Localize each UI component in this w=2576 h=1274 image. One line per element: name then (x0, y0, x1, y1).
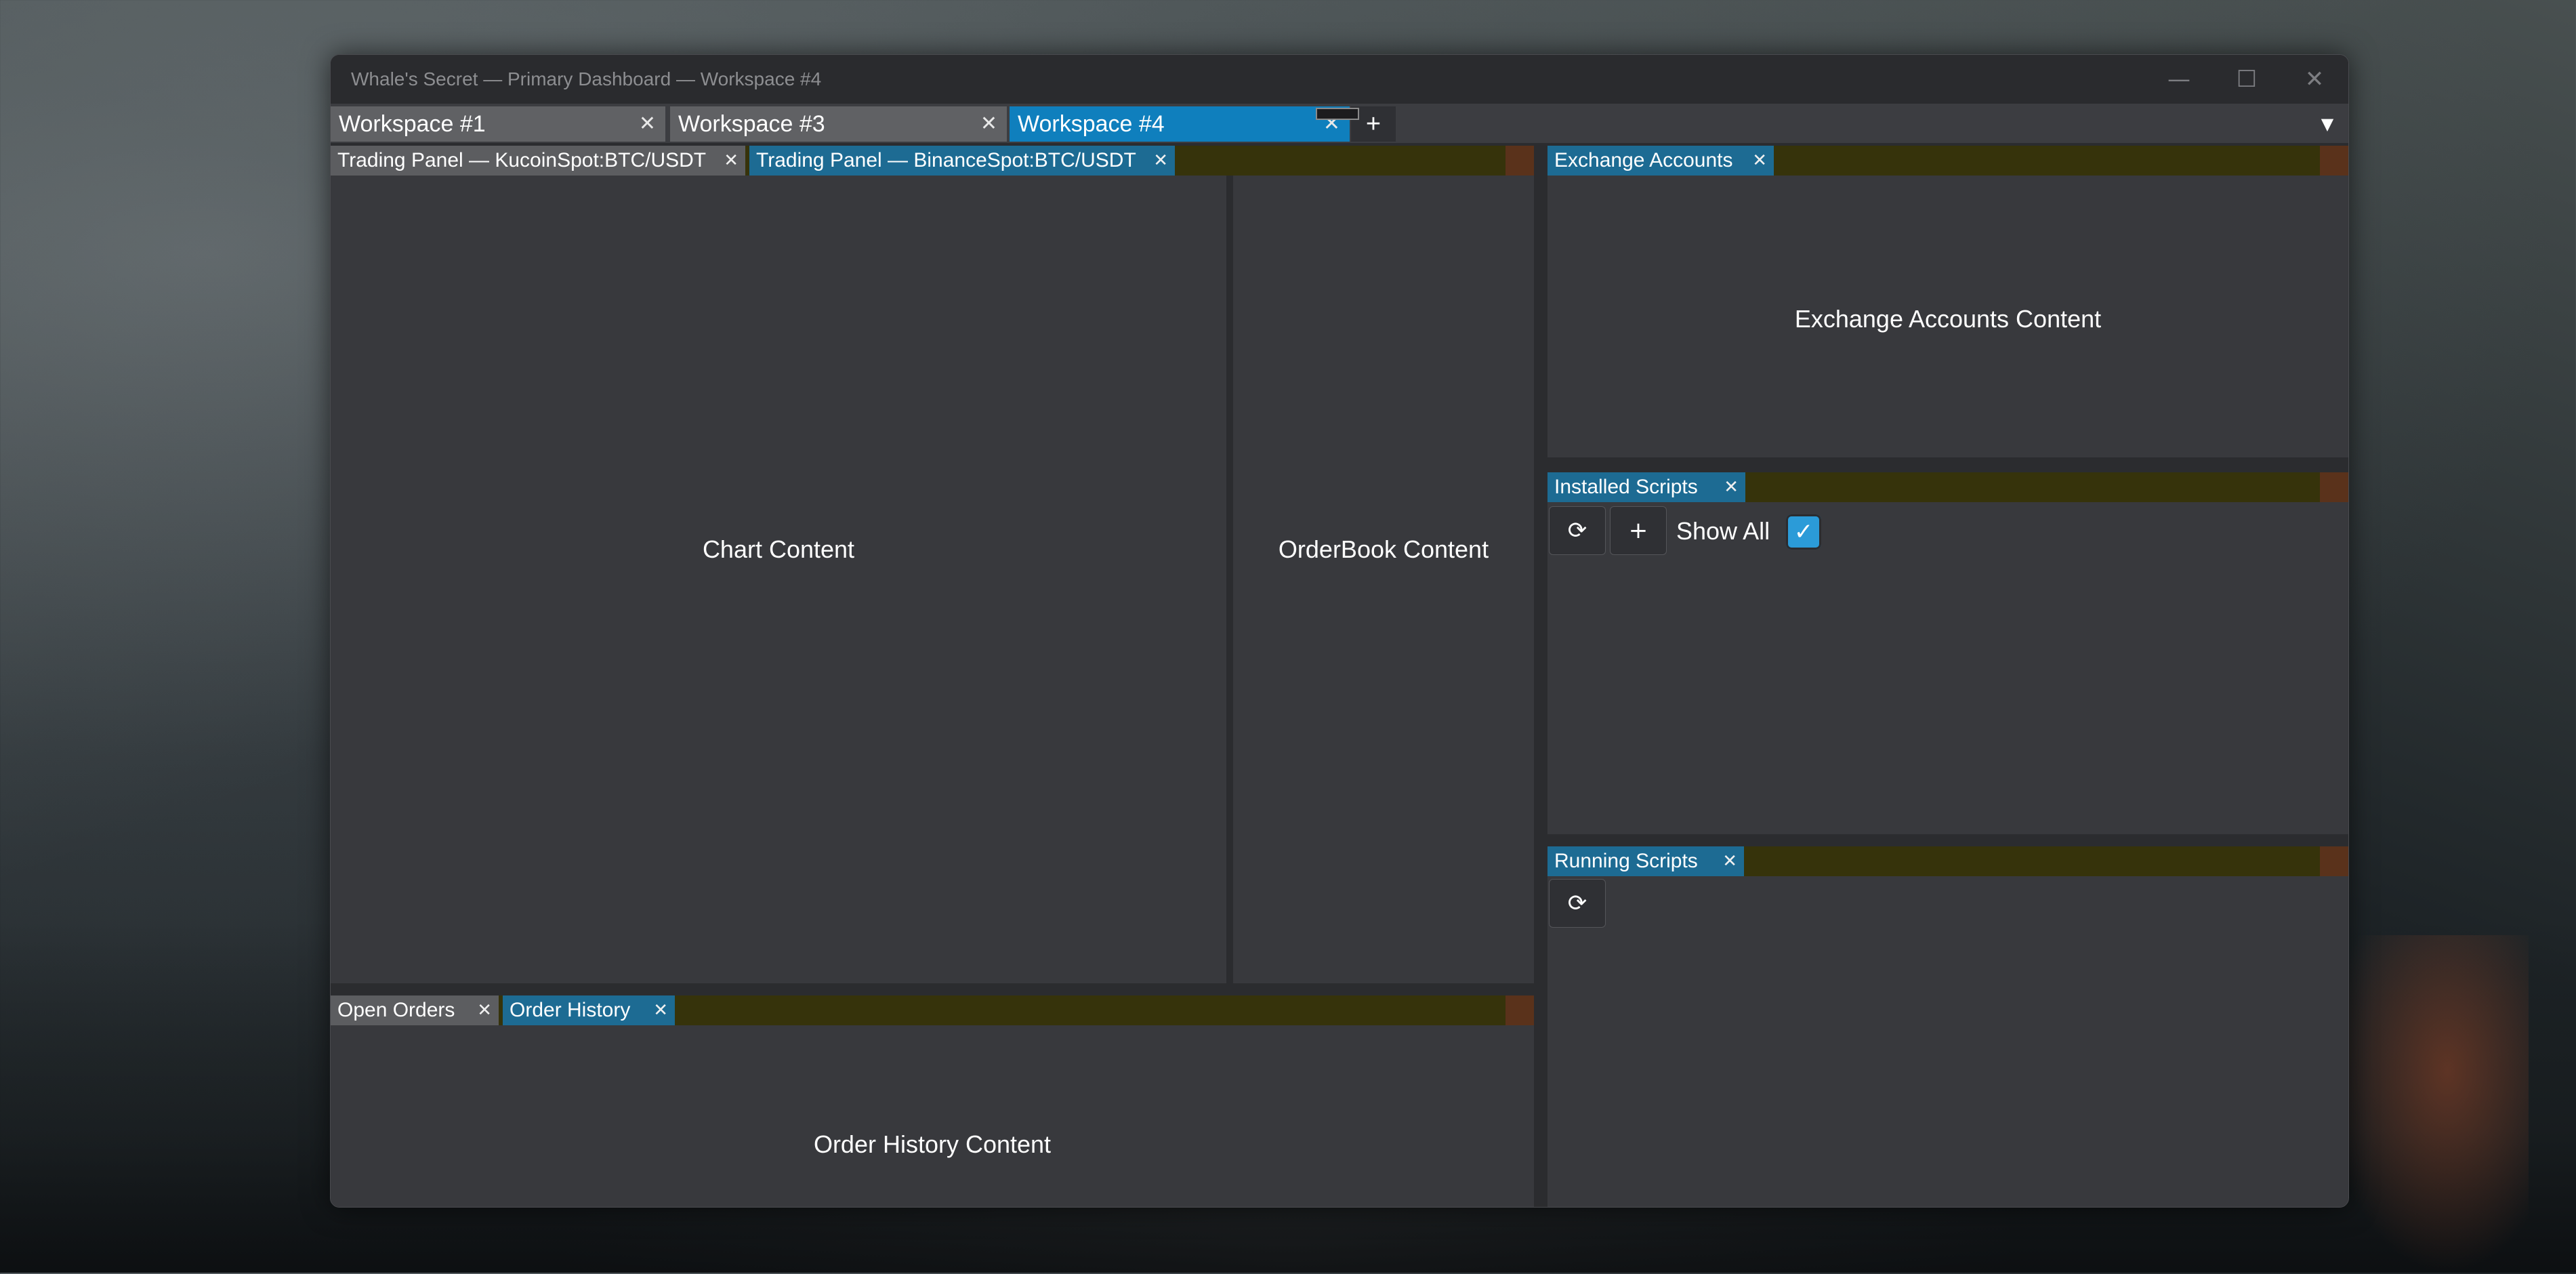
window-title: Whale's Secret — Primary Dashboard — Wor… (351, 68, 822, 89)
pane-splitter[interactable] (1226, 176, 1233, 983)
orders-dock: Open Orders ✕ Order History ✕ Order Hist… (331, 995, 1534, 1207)
close-tab-icon[interactable]: ✕ (1722, 846, 1737, 876)
panel-menu-button[interactable] (1505, 146, 1534, 176)
order-history-content: Order History Content (813, 1130, 1052, 1158)
panel-menu-button[interactable] (2320, 472, 2348, 502)
drag-grip-icon[interactable] (1316, 108, 1359, 120)
tab-workspace-4[interactable]: Workspace #4 ✕ (1010, 106, 1350, 142)
installed-scripts-dock: Installed Scripts ✕ ⟳ + Show All ✓ (1547, 472, 2348, 834)
refresh-icon: ⟳ (1567, 890, 1587, 917)
tab-label: Exchange Accounts (1554, 149, 1733, 171)
show-all-checkbox[interactable]: ✓ (1786, 514, 1821, 550)
orderbook-pane: OrderBook Content (1233, 176, 1534, 983)
installed-scripts-tab-bar: Installed Scripts ✕ (1547, 472, 2348, 502)
minimize-button[interactable]: — (2145, 60, 2213, 98)
refresh-scripts-button[interactable]: ⟳ (1549, 506, 1606, 555)
plus-icon: + (1628, 517, 1648, 544)
close-tab-icon[interactable]: ✕ (477, 995, 492, 1025)
tab-trading-panel-binance[interactable]: Trading Panel — BinanceSpot:BTC/USDT ✕ (749, 146, 1175, 176)
orderbook-content: OrderBook Content (1278, 535, 1489, 563)
tab-label: Workspace #1 (339, 111, 486, 137)
close-tab-icon[interactable]: ✕ (1752, 146, 1767, 176)
chart-content: Chart Content (702, 535, 855, 563)
trading-panel-tab-bar: Trading Panel — KucoinSpot:BTC/USDT ✕ Tr… (331, 146, 1534, 176)
tab-label: Installed Scripts (1554, 476, 1698, 498)
exchange-accounts-tab-bar: Exchange Accounts ✕ (1547, 146, 2348, 176)
tab-label: Trading Panel — KucoinSpot:BTC/USDT (337, 149, 707, 171)
tab-label: Workspace #4 (1018, 111, 1165, 137)
close-window-button[interactable]: ✕ (2281, 60, 2348, 98)
tab-workspace-1[interactable]: Workspace #1 ✕ (331, 106, 665, 142)
close-tab-icon[interactable]: ✕ (724, 146, 739, 176)
close-tab-icon[interactable]: ✕ (1724, 472, 1739, 502)
tab-exchange-accounts[interactable]: Exchange Accounts ✕ (1547, 146, 1774, 176)
panel-menu-button[interactable] (1505, 995, 1534, 1025)
show-all-label: Show All (1676, 517, 1770, 545)
tab-label: Open Orders (337, 999, 455, 1021)
title-bar[interactable]: Whale's Secret — Primary Dashboard — Wor… (331, 55, 2348, 104)
close-tab-icon[interactable]: ✕ (1153, 146, 1168, 176)
tab-open-orders[interactable]: Open Orders ✕ (331, 995, 499, 1025)
tab-label: Running Scripts (1554, 850, 1698, 872)
tab-label: Trading Panel — BinanceSpot:BTC/USDT (756, 149, 1136, 171)
tab-running-scripts[interactable]: Running Scripts ✕ (1547, 846, 1744, 876)
orders-tab-bar: Open Orders ✕ Order History ✕ (331, 995, 1534, 1025)
tab-label: Workspace #3 (678, 111, 825, 137)
tab-order-history[interactable]: Order History ✕ (503, 995, 675, 1025)
desktop-background-accent (2325, 935, 2529, 1274)
maximize-button[interactable]: ☐ (2213, 60, 2281, 98)
close-tab-icon[interactable]: ✕ (653, 995, 668, 1025)
exchange-accounts-dock: Exchange Accounts ✕ Exchange Accounts Co… (1547, 146, 2348, 457)
running-scripts-tab-bar: Running Scripts ✕ (1547, 846, 2348, 876)
close-tab-icon[interactable]: ✕ (639, 106, 656, 142)
app-window: Whale's Secret — Primary Dashboard — Wor… (330, 54, 2349, 1208)
refresh-running-scripts-button[interactable]: ⟳ (1549, 879, 1606, 928)
tab-trading-panel-kucoin[interactable]: Trading Panel — KucoinSpot:BTC/USDT ✕ (331, 146, 745, 176)
refresh-icon: ⟳ (1567, 517, 1587, 544)
close-tab-icon[interactable]: ✕ (980, 106, 997, 142)
tab-workspace-3[interactable]: Workspace #3 ✕ (670, 106, 1007, 142)
tab-label: Order History (510, 999, 631, 1021)
add-script-button[interactable]: + (1610, 506, 1667, 555)
running-scripts-dock: Running Scripts ✕ ⟳ (1547, 846, 2348, 1207)
panel-menu-button[interactable] (2320, 146, 2348, 176)
workspace-menu-dropdown-icon[interactable]: ▼ (2306, 106, 2348, 142)
trading-panel-dock: Trading Panel — KucoinSpot:BTC/USDT ✕ Tr… (331, 146, 1534, 983)
panel-menu-button[interactable] (2320, 846, 2348, 876)
chart-pane: Chart Content (331, 176, 1226, 983)
exchange-accounts-content: Exchange Accounts Content (1794, 305, 2102, 333)
checkmark-icon: ✓ (1793, 518, 1814, 546)
tab-installed-scripts[interactable]: Installed Scripts ✕ (1547, 472, 1745, 502)
